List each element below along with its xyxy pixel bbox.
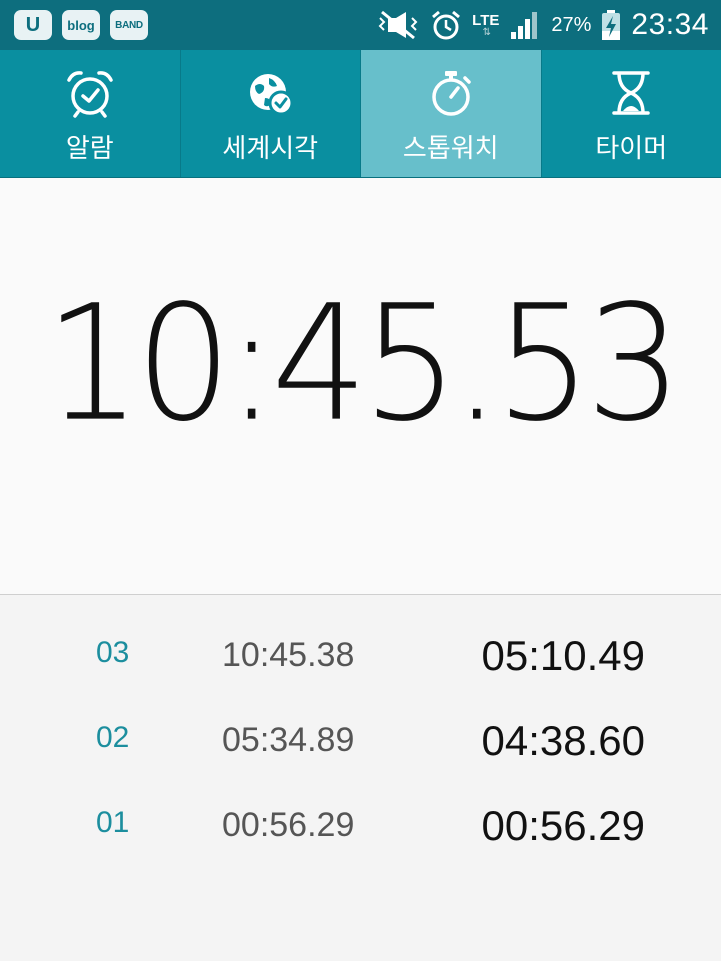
- lap-number: 01: [96, 806, 130, 839]
- status-bar: U blog BAND LTE ⇅ 27% 23:34: [0, 0, 721, 50]
- lap-number: 03: [96, 636, 130, 669]
- lap-total-time: 10:45.38: [222, 636, 355, 674]
- signal-strength-icon: [509, 10, 541, 40]
- hourglass-icon: [612, 71, 650, 115]
- lap-split-time: 04:38.60: [481, 717, 646, 764]
- stopwatch-display: 10:45.53: [0, 178, 721, 595]
- system-icons: LTE ⇅ 27% 23:34: [376, 8, 709, 42]
- tab-label: 타이머: [595, 134, 668, 164]
- lap-total-time: 00:56.29: [222, 806, 355, 844]
- tab-timer[interactable]: 타이머: [542, 50, 721, 177]
- tab-alarm[interactable]: 알람: [0, 50, 181, 177]
- elapsed-time: 10:45.53: [44, 270, 683, 457]
- blog-app-icon: blog: [62, 10, 100, 40]
- tab-label: 알람: [65, 134, 114, 164]
- notification-icons: U blog BAND: [14, 10, 148, 40]
- battery-charging-icon: [601, 9, 621, 41]
- tab-world-clock[interactable]: 세계시각: [181, 50, 361, 177]
- lap-number: 02: [96, 721, 130, 754]
- lap-row: 02 05:34.89 04:38.60: [0, 703, 721, 783]
- tab-label: 세계시각: [222, 134, 319, 164]
- stopwatch-icon: [432, 71, 471, 116]
- status-clock: 23:34: [631, 8, 709, 41]
- lap-split-time: 00:56.29: [481, 802, 646, 849]
- globe-check-icon: [250, 74, 294, 116]
- tab-label: 스톱워치: [402, 134, 499, 164]
- lap-list: 03 10:45.38 05:10.49 02 05:34.89 04:38.6…: [0, 596, 721, 961]
- band-app-icon: BAND: [110, 10, 148, 40]
- alarm-status-icon: [430, 9, 462, 41]
- mute-vibrate-icon: [376, 10, 420, 40]
- u-plus-app-icon: U: [14, 10, 52, 40]
- tab-bar: 알람 세계시각 스톱워치 타이머: [0, 50, 721, 178]
- lap-row: 01 00:56.29 00:56.29: [0, 788, 721, 868]
- lap-row: 03 10:45.38 05:10.49: [0, 618, 721, 698]
- lap-split-time: 05:10.49: [481, 632, 646, 679]
- lap-total-time: 05:34.89: [222, 721, 355, 759]
- alarm-clock-icon: [67, 71, 113, 118]
- lte-indicator: LTE ⇅: [472, 11, 500, 38]
- tab-stopwatch[interactable]: 스톱워치: [361, 50, 542, 177]
- battery-percent: 27%: [551, 13, 592, 36]
